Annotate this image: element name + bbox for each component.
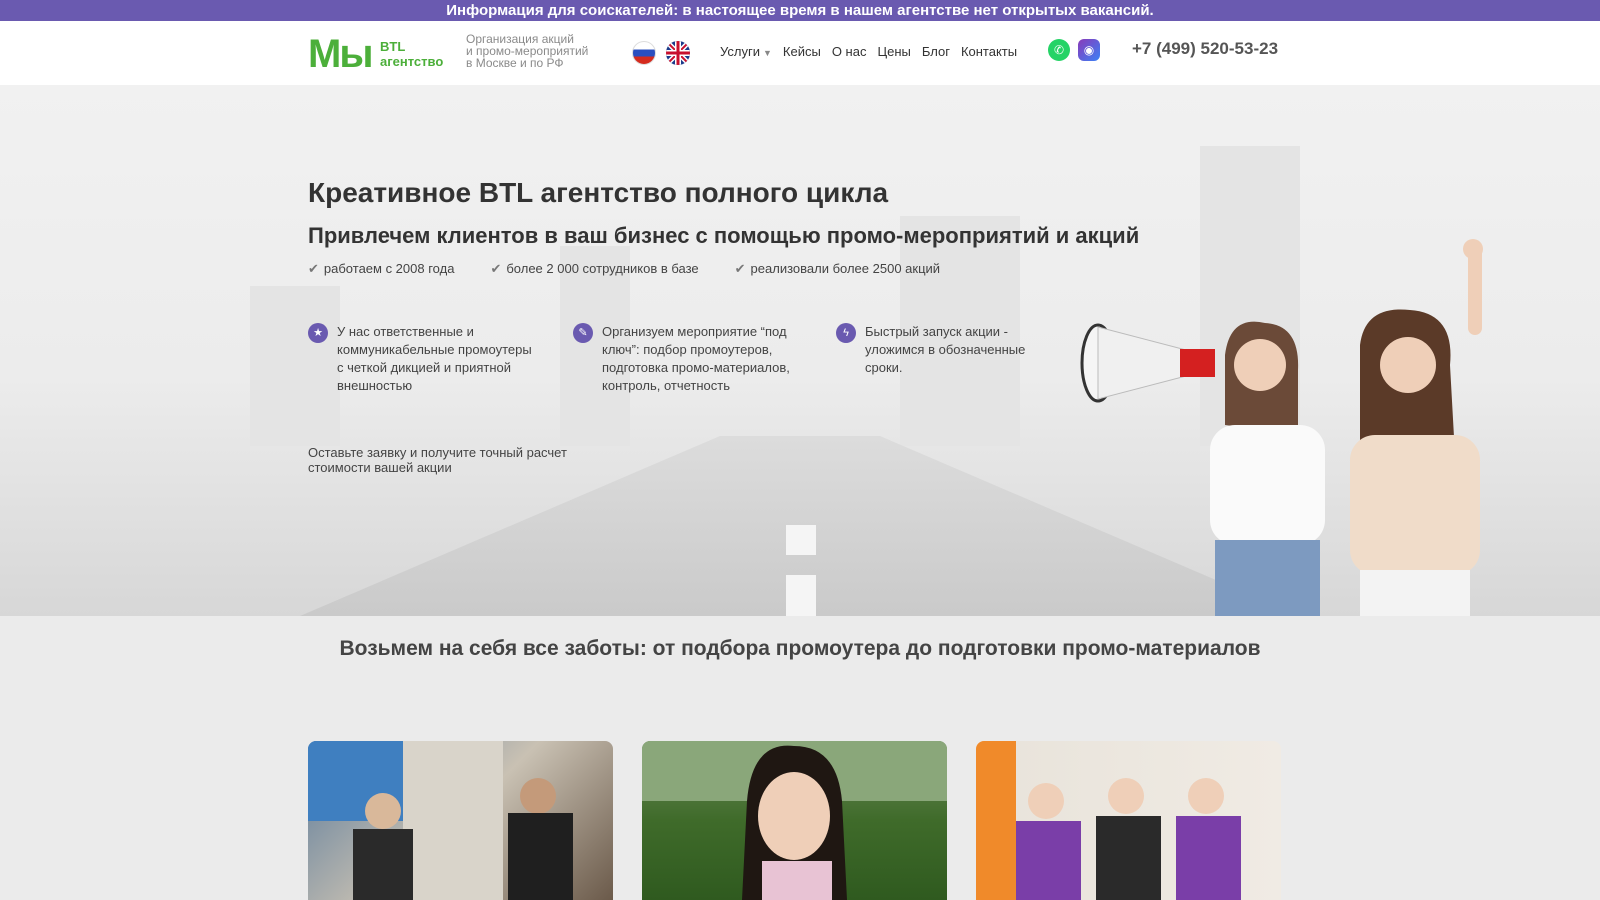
logo-mark: Мы	[308, 32, 373, 76]
checkmark-icon: ✔	[490, 261, 502, 276]
checkmark-icon: ✔	[308, 261, 319, 276]
site-tagline: Организация акций и промо-мероприятий в …	[466, 32, 589, 70]
uk-flag-icon[interactable]	[666, 41, 690, 65]
main-nav: Услуги ▼ Кейсы О нас Цены Блог Контакты	[720, 44, 1017, 59]
star-icon: ★	[308, 323, 328, 343]
phone-number[interactable]: +7 (499) 520-53-23	[1132, 39, 1278, 59]
promoter-girl-image	[1350, 239, 1483, 616]
nav-item-prices[interactable]: Цены	[877, 44, 910, 59]
feature-item: ϟ Быстрый запуск акции - уложимся в обоз…	[836, 323, 1066, 377]
nav-item-cases[interactable]: Кейсы	[783, 44, 821, 59]
chevron-down-icon: ▼	[762, 48, 772, 58]
feature-item: ✎ Организуем мероприятие “под ключ”: под…	[573, 323, 803, 395]
checkmark-icon: ✔	[734, 261, 746, 276]
bullet-item: ✔ реализовали более 2500 акций	[734, 261, 941, 276]
promoter-portrait-photo	[642, 741, 947, 900]
leaflet-distribution-photo	[308, 741, 573, 900]
service-card-image[interactable]	[642, 741, 947, 900]
service-card-image[interactable]	[308, 741, 613, 900]
hero-title: Креативное BTL агентство полного цикла	[308, 177, 889, 208]
nav-item-contacts[interactable]: Контакты	[961, 44, 1017, 59]
site-header: Мы BTL агентство Организация акций и про…	[0, 21, 1600, 85]
russian-flag-icon[interactable]	[632, 41, 656, 65]
road-marking	[786, 575, 816, 616]
nav-item-services[interactable]: Услуги ▼	[720, 44, 772, 59]
hero-subtitle: Привлечем клиентов в ваш бизнес с помощь…	[308, 223, 1140, 248]
cta-text: Оставьте заявку и получите точный расчет…	[308, 445, 567, 475]
hero-section: Креативное BTL агентство полного цикла П…	[0, 85, 1600, 616]
feature-item: ★ У нас ответственные и коммуникабельные…	[308, 323, 538, 395]
hero-bullets: ✔ работаем с 2008 года ✔ более 2 000 сотру…	[308, 261, 940, 277]
service-card-image[interactable]	[976, 741, 1281, 900]
nav-item-about[interactable]: О нас	[832, 44, 867, 59]
bolt-icon: ϟ	[836, 323, 856, 343]
hero-promoters-image	[1080, 235, 1500, 616]
vacancy-info-banner: Информация для соискателей: в настоящее …	[0, 0, 1600, 21]
brand-logo[interactable]: Мы BTL агентство	[308, 33, 453, 75]
road-marking	[786, 525, 816, 555]
camera-icon[interactable]: ◉	[1078, 39, 1100, 61]
wrench-icon: ✎	[573, 323, 593, 343]
whatsapp-icon[interactable]: ✆	[1048, 39, 1070, 61]
bullet-item: ✔ более 2 000 сотрудников в базе	[490, 261, 699, 276]
bullet-item: ✔ работаем с 2008 года	[308, 261, 455, 276]
logo-text: BTL агентство	[380, 39, 444, 69]
promoter-girl-image	[1210, 321, 1325, 616]
services-section-title: Возьмем на себя все заботы: от подбора п…	[339, 637, 1261, 660]
promo-team-photo	[976, 741, 1241, 900]
nav-item-blog[interactable]: Блог	[922, 44, 950, 59]
